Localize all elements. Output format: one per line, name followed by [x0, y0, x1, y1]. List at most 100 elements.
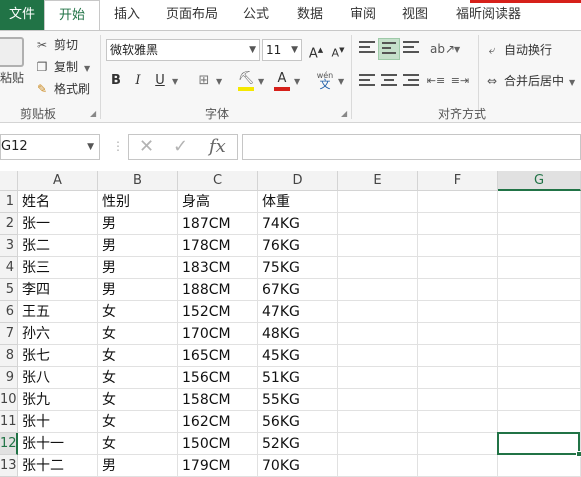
row-header[interactable]: 11	[0, 411, 18, 433]
cell-d3[interactable]: 76KG	[258, 235, 338, 257]
cell-b11[interactable]: 女	[98, 411, 178, 433]
underline-dropdown-icon[interactable]: ▼	[172, 77, 178, 86]
cell-e2[interactable]	[338, 213, 418, 235]
cell-b12[interactable]: 女	[98, 433, 178, 455]
merge-dropdown-icon[interactable]: ▼	[569, 78, 575, 87]
cell-c13[interactable]: 179CM	[178, 455, 258, 477]
cell-b13[interactable]: 男	[98, 455, 178, 477]
align-right-icon[interactable]	[400, 71, 422, 93]
cancel-icon[interactable]: ✕	[139, 135, 154, 159]
cell-c2[interactable]: 187CM	[178, 213, 258, 235]
tab-data[interactable]: 数据	[297, 0, 323, 30]
cell-d10[interactable]: 55KG	[258, 389, 338, 411]
cell-e8[interactable]	[338, 345, 418, 367]
tab-insert[interactable]: 插入	[114, 0, 140, 30]
enter-icon[interactable]: ✓	[173, 135, 188, 159]
underline-button[interactable]: U	[150, 71, 170, 91]
font-color-icon[interactable]: A	[272, 69, 292, 91]
cell-d7[interactable]: 48KG	[258, 323, 338, 345]
borders-icon[interactable]: ⊞	[194, 71, 214, 91]
cell-f10[interactable]	[418, 389, 498, 411]
cell-b7[interactable]: 女	[98, 323, 178, 345]
italic-button[interactable]: I	[128, 71, 148, 91]
cell-f6[interactable]	[418, 301, 498, 323]
cell-a1[interactable]: 姓名	[18, 191, 98, 213]
column-header-f[interactable]: F	[418, 171, 498, 191]
cell-a11[interactable]: 张十	[18, 411, 98, 433]
cell-c3[interactable]: 178CM	[178, 235, 258, 257]
cell-c12[interactable]: 150CM	[178, 433, 258, 455]
column-header-e[interactable]: E	[338, 171, 418, 191]
cell-c11[interactable]: 162CM	[178, 411, 258, 433]
column-header-d[interactable]: D	[258, 171, 338, 191]
tab-foxit-reader[interactable]: 福昕阅读器	[456, 0, 521, 30]
increase-indent-icon[interactable]: ≡⇥	[450, 71, 470, 91]
cell-d6[interactable]: 47KG	[258, 301, 338, 323]
select-all-corner[interactable]	[0, 171, 18, 191]
cell-g13[interactable]	[498, 455, 581, 477]
cell-c5[interactable]: 188CM	[178, 279, 258, 301]
row-header[interactable]: 6	[0, 301, 18, 323]
cell-d2[interactable]: 74KG	[258, 213, 338, 235]
cell-a13[interactable]: 张十二	[18, 455, 98, 477]
cell-f1[interactable]	[418, 191, 498, 213]
cell-d1[interactable]: 体重	[258, 191, 338, 213]
cell-g7[interactable]	[498, 323, 581, 345]
column-header-c[interactable]: C	[178, 171, 258, 191]
cell-e12[interactable]	[338, 433, 418, 455]
copy-dropdown-icon[interactable]: ▼	[84, 64, 90, 73]
merge-center-button[interactable]: ⇔ 合并后居中 ▼	[484, 71, 575, 91]
font-size-select[interactable]: 11 ▼	[262, 39, 302, 61]
cell-g10[interactable]	[498, 389, 581, 411]
copy-button[interactable]: ❐ 复制 ▼	[34, 57, 91, 77]
cell-b5[interactable]: 男	[98, 279, 178, 301]
cell-f13[interactable]	[418, 455, 498, 477]
cell-b6[interactable]: 女	[98, 301, 178, 323]
cell-f11[interactable]	[418, 411, 498, 433]
tab-review[interactable]: 审阅	[350, 0, 376, 30]
paste-icon[interactable]	[0, 37, 24, 67]
cell-f3[interactable]	[418, 235, 498, 257]
format-painter-button[interactable]: ✎ 格式刷	[34, 79, 90, 99]
phonetic-dropdown-icon[interactable]: ▼	[338, 77, 344, 86]
phonetic-guide-icon[interactable]: wén 文	[314, 71, 336, 90]
cell-a9[interactable]: 张八	[18, 367, 98, 389]
align-center-icon[interactable]	[378, 71, 400, 93]
align-bottom-icon[interactable]	[400, 38, 422, 60]
cell-a5[interactable]: 李四	[18, 279, 98, 301]
cell-b10[interactable]: 女	[98, 389, 178, 411]
cell-e13[interactable]	[338, 455, 418, 477]
row-header[interactable]: 10	[0, 389, 18, 411]
cell-b2[interactable]: 男	[98, 213, 178, 235]
cell-f8[interactable]	[418, 345, 498, 367]
cell-d8[interactable]: 45KG	[258, 345, 338, 367]
clipboard-launcher-icon[interactable]: ◢	[90, 109, 96, 118]
tab-file[interactable]: 文件	[0, 0, 44, 30]
cell-a4[interactable]: 张三	[18, 257, 98, 279]
orientation-dropdown-icon[interactable]: ▼	[454, 45, 460, 54]
row-header[interactable]: 13	[0, 455, 18, 477]
cell-b4[interactable]: 男	[98, 257, 178, 279]
align-middle-icon[interactable]	[378, 38, 400, 60]
cell-g1[interactable]	[498, 191, 581, 213]
cell-g8[interactable]	[498, 345, 581, 367]
cell-g3[interactable]	[498, 235, 581, 257]
cell-d13[interactable]: 70KG	[258, 455, 338, 477]
name-box[interactable]: G12 ▼	[0, 134, 100, 160]
cell-b3[interactable]: 男	[98, 235, 178, 257]
column-header-g[interactable]: G	[498, 171, 581, 191]
cell-b8[interactable]: 女	[98, 345, 178, 367]
cell-d5[interactable]: 67KG	[258, 279, 338, 301]
cell-e9[interactable]	[338, 367, 418, 389]
tab-view[interactable]: 视图	[402, 0, 428, 30]
cell-g4[interactable]	[498, 257, 581, 279]
cell-a3[interactable]: 张二	[18, 235, 98, 257]
cell-g5[interactable]	[498, 279, 581, 301]
worksheet-grid[interactable]: A B C D E F G 1 姓名 性别 身高 体重 2 张一男 187CM 74KG 3 张二男 178CM 76…	[0, 171, 581, 477]
cell-c9[interactable]: 156CM	[178, 367, 258, 389]
tab-page-layout[interactable]: 页面布局	[166, 0, 218, 30]
borders-dropdown-icon[interactable]: ▼	[216, 77, 222, 86]
paste-button[interactable]: 粘贴	[0, 69, 24, 86]
cell-e3[interactable]	[338, 235, 418, 257]
row-header[interactable]: 12	[0, 433, 18, 455]
